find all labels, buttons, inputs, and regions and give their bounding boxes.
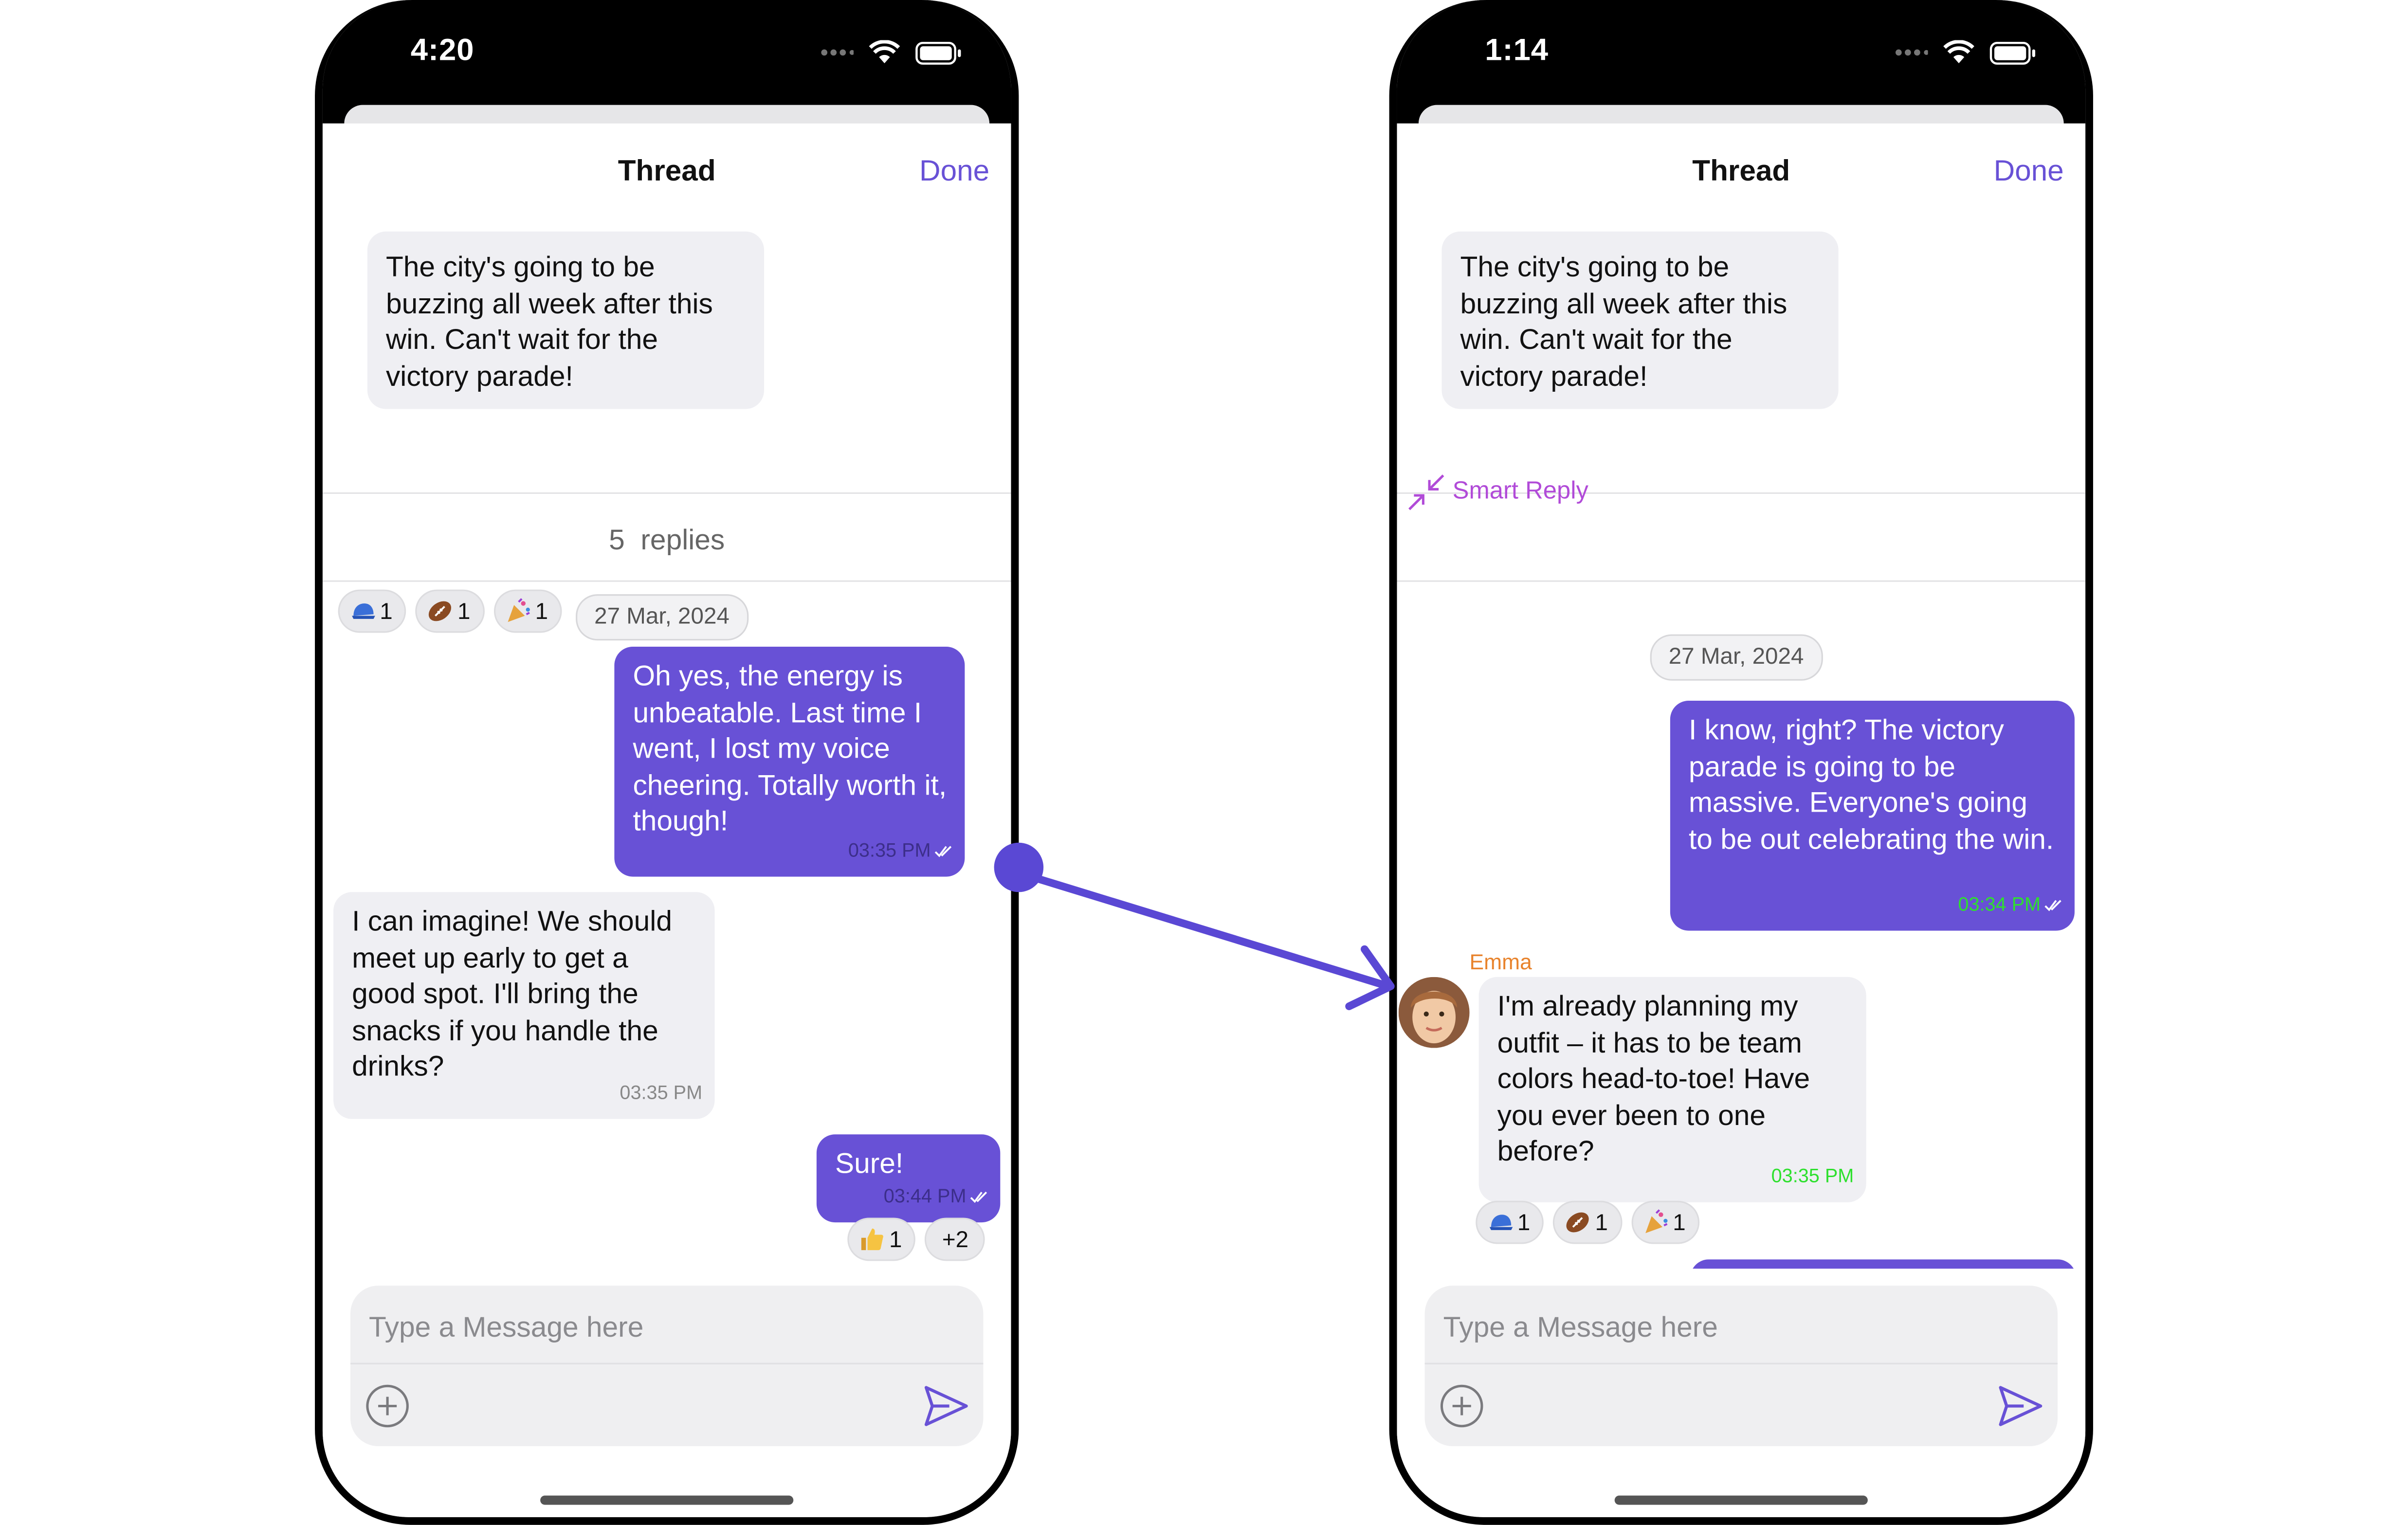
connector-arrow-icon (994, 842, 1395, 1010)
comparison-stage: 4:20 Thread Done The city's going to be … (0, 0, 2408, 1525)
